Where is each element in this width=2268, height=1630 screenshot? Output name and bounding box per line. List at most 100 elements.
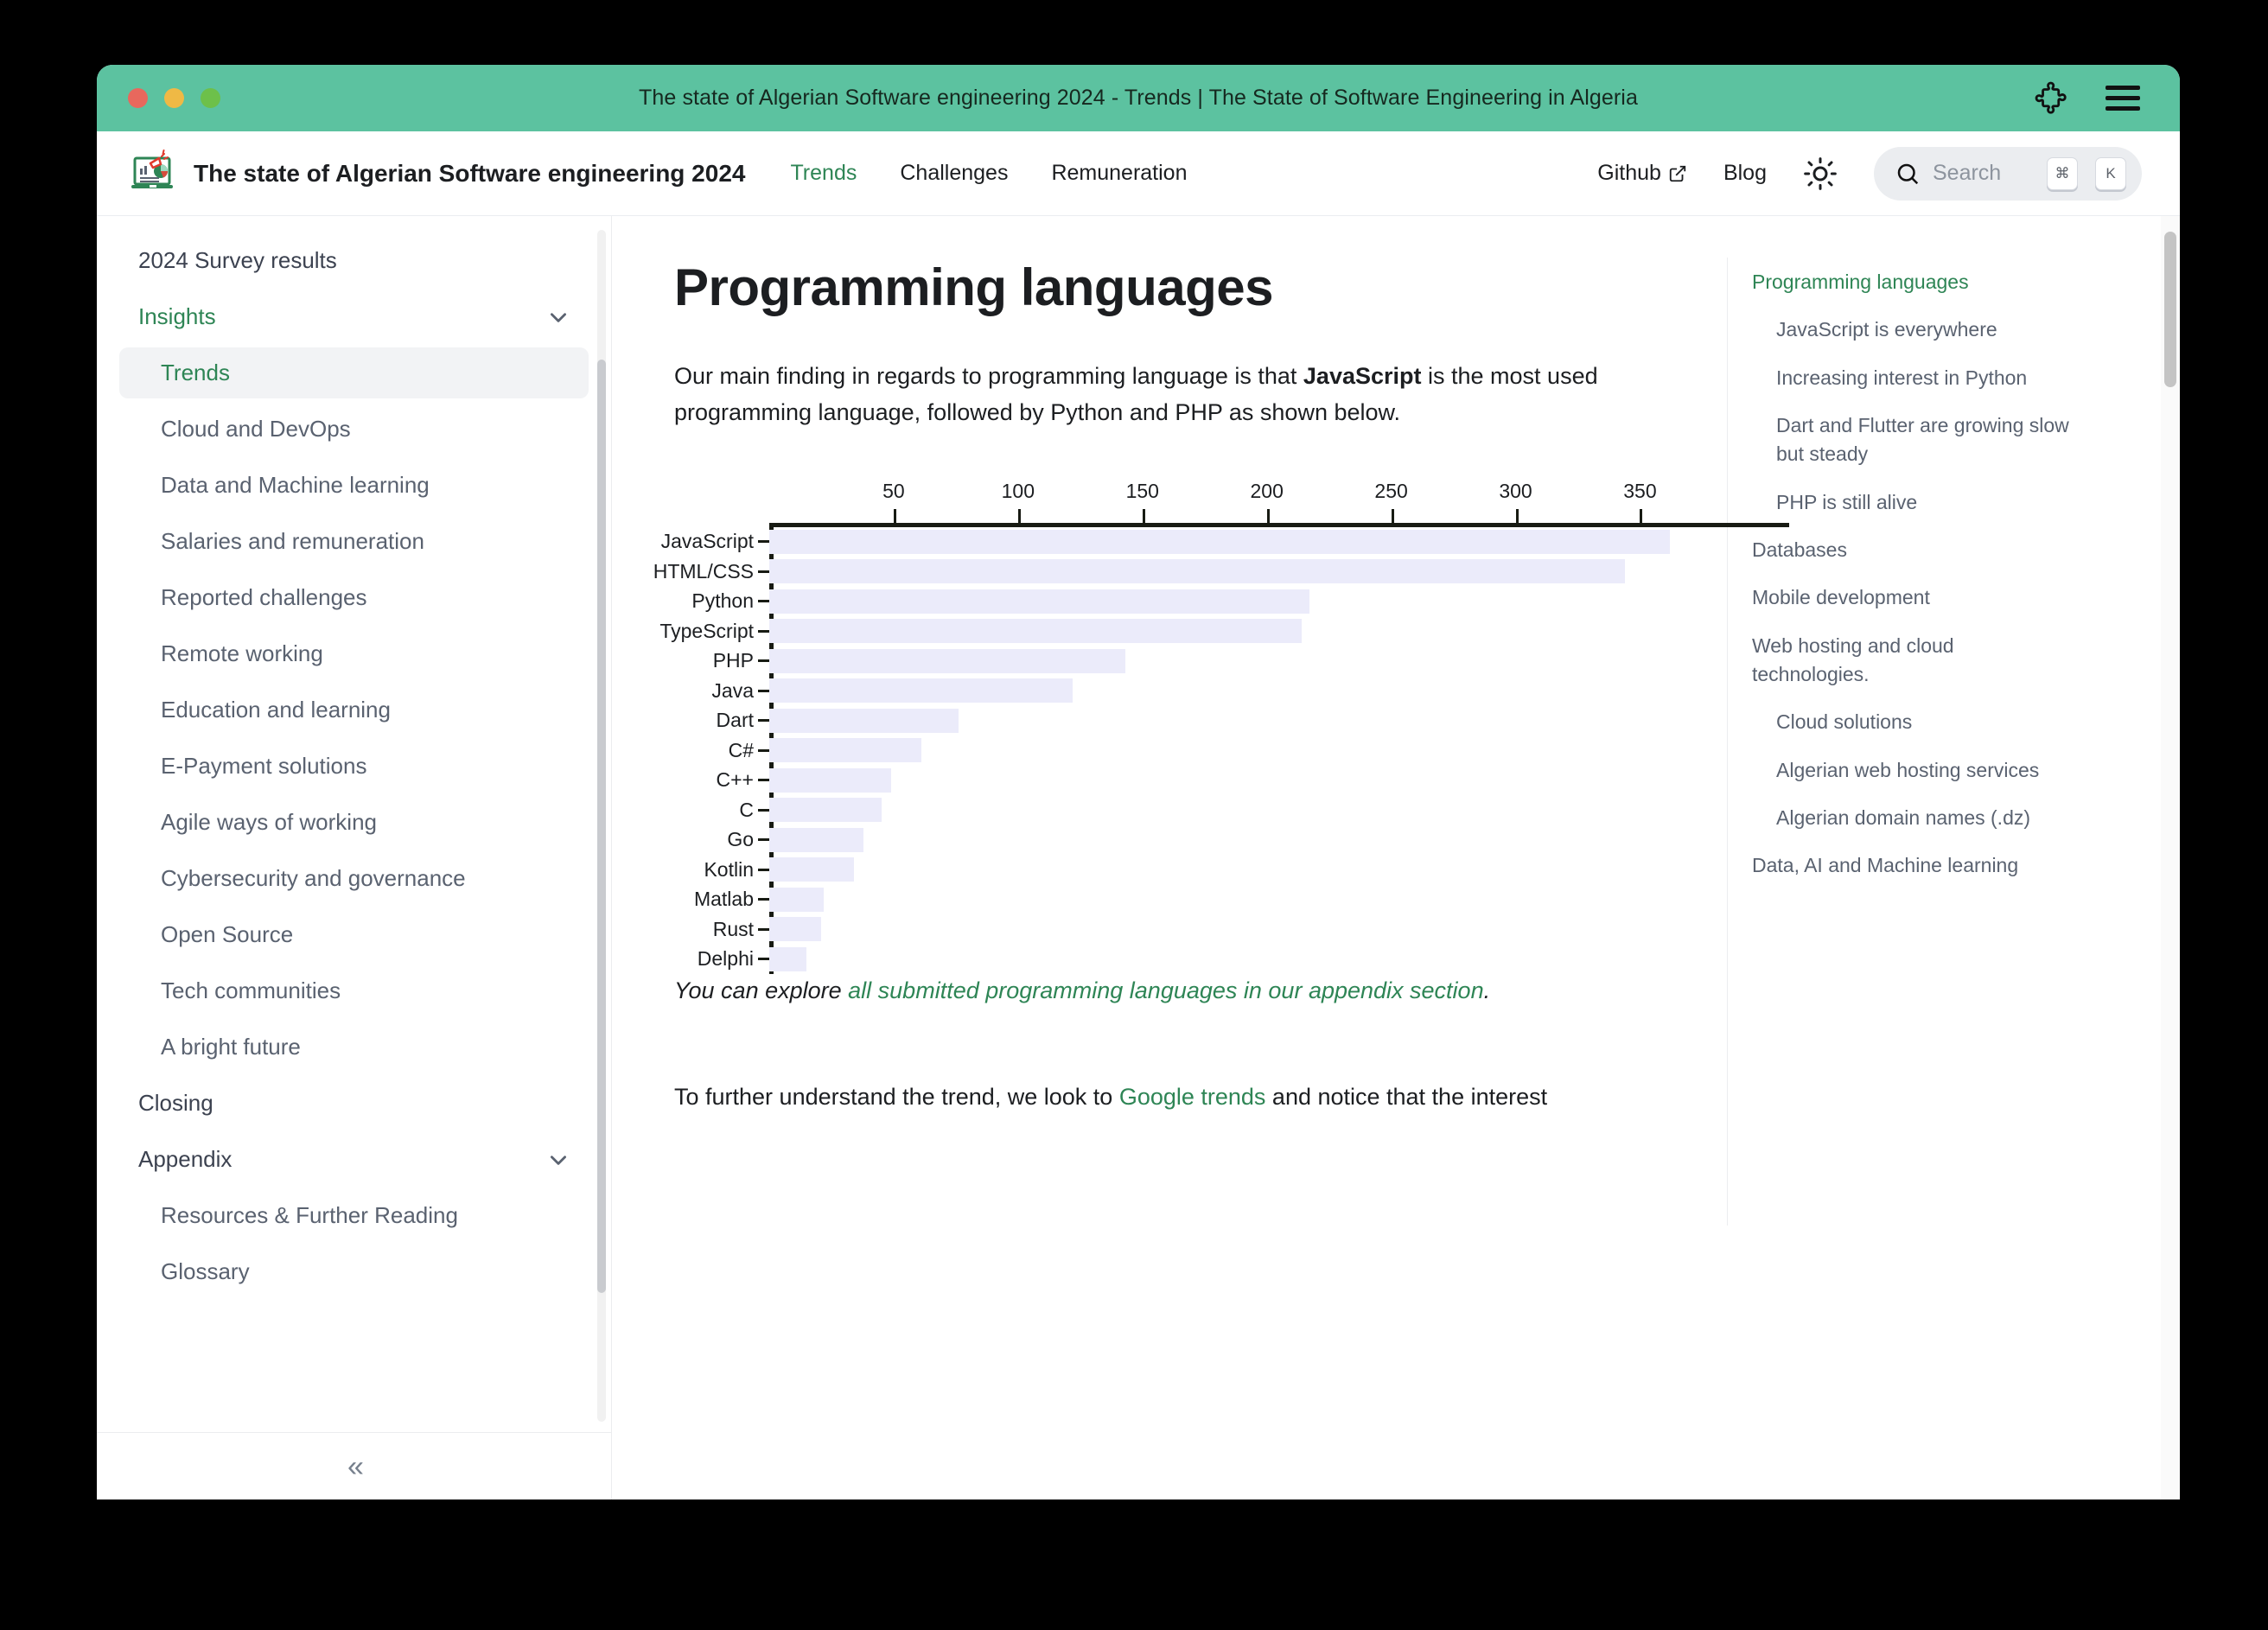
toc-item-dart-and-flutter-are-growing-slow-but-steady[interactable]: Dart and Flutter are growing slow but st… — [1752, 411, 2073, 469]
sidebar-item-resources-further-reading[interactable]: Resources & Further Reading — [119, 1190, 589, 1241]
page-body: 2024 Survey results Insights Trends Cloud a… — [97, 216, 2180, 1499]
sidebar-item-label: A bright future — [161, 1034, 301, 1060]
chart-bar-row: C# — [729, 735, 1789, 766]
y-tick-label: C++ — [716, 768, 754, 792]
hamburger-menu-icon[interactable] — [2106, 80, 2140, 117]
chevron-down-icon[interactable] — [547, 1149, 570, 1171]
toc-item-data-ai-and-machine-learning[interactable]: Data, AI and Machine learning — [1752, 851, 2073, 880]
chart-bar — [769, 946, 807, 971]
intro-bold-javascript: JavaScript — [1303, 363, 1422, 389]
chart-bar-row: Matlab — [694, 885, 1789, 915]
programming-languages-chart: 50 100 150 200 250 300 350 JavaScript HTML/CSS P… — [653, 479, 1789, 975]
header-right-group: Github Blog Search ⌘ K — [1597, 146, 2142, 201]
toc-item-programming-languages[interactable]: Programming languages — [1752, 268, 2073, 296]
x-tick-label: 300 — [1499, 479, 1532, 502]
chart-bar-row: Delphi — [698, 945, 1789, 975]
sidebar-item-label: Salaries and remuneration — [161, 528, 424, 554]
sidebar-item-cloud-and-devops[interactable]: Cloud and DevOps — [119, 404, 589, 455]
x-tick-mark — [1640, 508, 1643, 523]
sidebar-item-reported-challenges[interactable]: Reported challenges — [119, 572, 589, 623]
sidebar-item-2024-survey-results[interactable]: 2024 Survey results — [119, 235, 589, 286]
blog-link[interactable]: Blog — [1723, 161, 1767, 186]
sidebar-item-trends[interactable]: Trends — [119, 347, 589, 398]
sun-icon[interactable] — [1803, 156, 1838, 191]
github-link[interactable]: Github — [1597, 161, 1687, 186]
brand-title: The state of Algerian Software engineeri… — [194, 159, 746, 187]
search-input[interactable]: Search ⌘ K — [1874, 146, 2142, 201]
nav-item-remuneration[interactable]: Remuneration — [1051, 161, 1187, 186]
toc-item-increasing-interest-in-python[interactable]: Increasing interest in Python — [1752, 364, 2073, 392]
sidebar-item-a-bright-future[interactable]: A bright future — [119, 1022, 589, 1073]
sidebar-item-open-source[interactable]: Open Source — [119, 909, 589, 960]
chart-bar — [769, 619, 1302, 644]
docs-sidebar: 2024 Survey results Insights Trends Cloud a… — [97, 216, 612, 1499]
sidebar-item-remote-working[interactable]: Remote working — [119, 628, 589, 679]
sidebar-list: 2024 Survey results Insights Trends Cloud a… — [97, 216, 611, 1432]
intro-paragraph: Our main finding in regards to programmi… — [674, 359, 1675, 431]
brand[interactable]: The state of Algerian Software engineeri… — [128, 149, 746, 198]
intro-text-a: Our main finding in regards to programmi… — [674, 363, 1303, 389]
close-window-button[interactable] — [128, 88, 148, 108]
sidebar-item-label: Data and Machine learning — [161, 472, 430, 498]
sidebar-item-glossary[interactable]: Glossary — [119, 1246, 589, 1297]
chart-bar-row: C — [739, 795, 1789, 825]
y-tick-mark — [758, 629, 769, 633]
sidebar-item-education-and-learning[interactable]: Education and learning — [119, 684, 589, 735]
y-tick-label: Python — [691, 589, 754, 613]
chart-bar — [769, 678, 1073, 704]
sidebar-item-agile-ways-of-working[interactable]: Agile ways of working — [119, 797, 589, 848]
toc-item-mobile-development[interactable]: Mobile development — [1752, 583, 2073, 612]
page-scrollbar-track[interactable] — [2161, 216, 2180, 1499]
search-kbd-key: K — [2095, 156, 2126, 190]
page-scrollbar-thumb[interactable] — [2164, 232, 2176, 387]
maximize-window-button[interactable] — [201, 88, 220, 108]
sidebar-item-salaries-and-remuneration[interactable]: Salaries and remuneration — [119, 516, 589, 567]
toc-item-javascript-is-everywhere[interactable]: JavaScript is everywhere — [1752, 315, 2073, 344]
x-tick-mark — [1391, 508, 1394, 523]
toc-item-databases[interactable]: Databases — [1752, 536, 2073, 564]
sidebar-item-tech-communities[interactable]: Tech communities — [119, 965, 589, 1016]
appendix-link[interactable]: all submitted programming languages in o… — [848, 977, 1483, 1003]
google-trends-link[interactable]: Google trends — [1119, 1084, 1266, 1110]
puzzle-extension-icon[interactable] — [2033, 80, 2069, 117]
chart-bar-row: C++ — [717, 766, 1789, 796]
note-lead: You can explore — [674, 977, 849, 1003]
nav-item-challenges[interactable]: Challenges — [900, 161, 1008, 186]
window-title: The state of Algerian Software engineeri… — [639, 86, 1638, 110]
toc-item-algerian-domain-names-dz[interactable]: Algerian domain names (.dz) — [1752, 804, 2073, 832]
toc-item-web-hosting-and-cloud-technologies[interactable]: Web hosting and cloud technologies. — [1752, 632, 2073, 690]
sidebar-scrollbar-thumb[interactable] — [597, 360, 606, 1293]
sidebar-item-label: Closing — [138, 1090, 213, 1116]
sidebar-item-appendix[interactable]: Appendix — [119, 1134, 589, 1185]
sidebar-scrollbar-track[interactable] — [597, 230, 606, 1422]
y-tick-mark — [758, 868, 769, 871]
sidebar-item-cybersecurity-and-governance[interactable]: Cybersecurity and governance — [119, 853, 589, 904]
minimize-window-button[interactable] — [164, 88, 184, 108]
sidebar-item-insights[interactable]: Insights — [119, 291, 589, 342]
y-tick-mark — [758, 898, 769, 901]
external-link-icon — [1668, 164, 1687, 183]
y-tick-label: C — [739, 798, 754, 821]
sidebar-footer: « — [97, 1432, 611, 1499]
y-tick-mark — [758, 927, 769, 931]
chart-bar — [769, 798, 882, 823]
toc-item-algerian-web-hosting-services[interactable]: Algerian web hosting services — [1752, 756, 2073, 785]
sidebar-item-closing[interactable]: Closing — [119, 1078, 589, 1129]
sidebar-item-e-payment-solutions[interactable]: E-Payment solutions — [119, 741, 589, 792]
collapse-sidebar-button[interactable]: « — [347, 1452, 364, 1481]
sidebar-item-label: Appendix — [138, 1146, 233, 1172]
browser-window: The state of Algerian Software engineeri… — [97, 65, 2180, 1499]
toc-item-cloud-solutions[interactable]: Cloud solutions — [1752, 708, 2073, 736]
window-titlebar: The state of Algerian Software engineeri… — [97, 65, 2180, 131]
nav-item-trends[interactable]: Trends — [790, 161, 857, 186]
toc-item-php-is-still-alive[interactable]: PHP is still alive — [1752, 488, 2073, 517]
chart-bar-row: HTML/CSS — [653, 557, 1789, 587]
x-tick-label: 250 — [1374, 479, 1408, 502]
sidebar-item-label: Insights — [138, 303, 216, 329]
chevron-down-icon[interactable] — [547, 306, 570, 328]
chart-bar — [769, 887, 825, 912]
y-tick-label: Go — [727, 828, 754, 851]
x-tick-label: 100 — [1001, 479, 1035, 502]
sidebar-item-data-and-machine-learning[interactable]: Data and Machine learning — [119, 460, 589, 511]
trailing-text-a: To further understand the trend, we look… — [674, 1083, 1119, 1110]
